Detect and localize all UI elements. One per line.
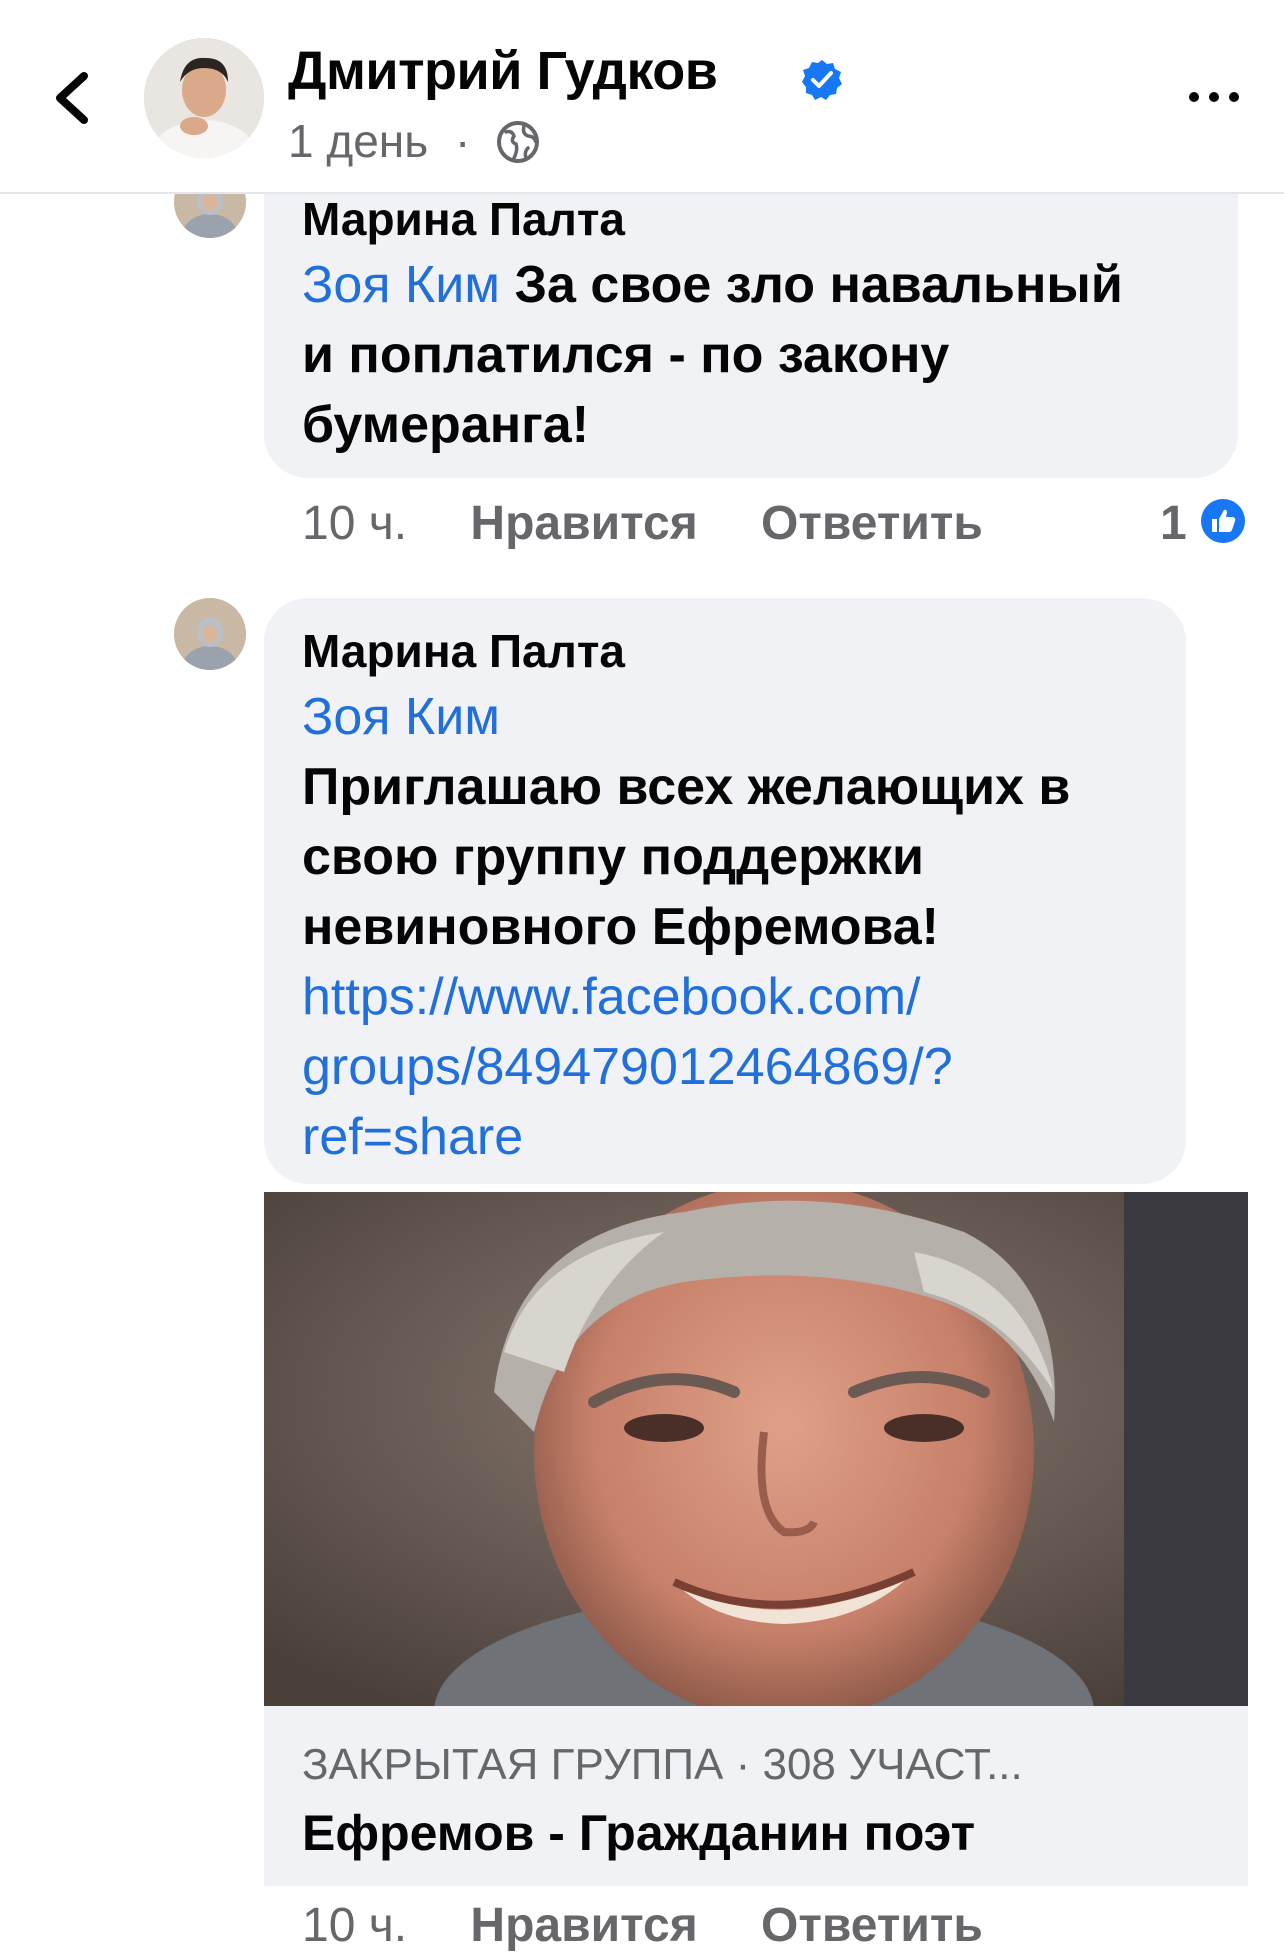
mention-link[interactable]: Зоя Ким [302, 682, 1182, 752]
meta-separator: · [454, 115, 471, 167]
like-thumb-icon [1201, 499, 1245, 543]
comment-actions: 10 ч. Нравится Ответить [302, 496, 983, 551]
link-preview-image[interactable] [264, 1192, 1248, 1706]
group-link-line[interactable]: https://www.facebook.com/ [302, 962, 1182, 1032]
comment-actions: 10 ч. Нравится Ответить [302, 1898, 983, 1953]
comment-bubble: Марина Палта Зоя Ким Приглашаю всех жела… [264, 598, 1186, 1184]
post-time[interactable]: 1 день [288, 115, 428, 167]
comment-author[interactable]: Марина Палта [302, 624, 625, 678]
globe-icon [497, 121, 539, 163]
comment-line: Приглашаю всех желающих в [302, 758, 1071, 816]
post-header: Дмитрий Гудков 1 день · [0, 0, 1284, 194]
comment-author[interactable]: Марина Палта [302, 192, 625, 246]
comment-text: Зоя Ким За свое зло навальный и поплатил… [302, 250, 1232, 460]
comment-line: свою группу поддержки [302, 828, 925, 886]
like-button[interactable]: Нравится [470, 497, 697, 550]
commenter-avatar[interactable] [174, 598, 246, 670]
page-title[interactable]: Дмитрий Гудков [288, 40, 718, 102]
reaction-count[interactable]: 1 [1160, 496, 1187, 551]
comment-text: Зоя Ким Приглашаю всех желающих в свою г… [302, 682, 1182, 1172]
commenter-avatar-photo [174, 598, 246, 670]
back-chevron-icon[interactable] [48, 70, 98, 126]
post-meta: 1 день · [288, 114, 470, 168]
more-dots-icon[interactable] [1184, 82, 1244, 112]
author-avatar-photo [144, 38, 264, 158]
comment-time[interactable]: 10 ч. [302, 1899, 407, 1952]
comment-bubble: Марина Палта Зоя Ким За свое зло навальн… [264, 150, 1238, 478]
group-link[interactable]: https://www.facebook.com/ groups/8494790… [302, 962, 1182, 1172]
reply-button[interactable]: Ответить [761, 1899, 983, 1952]
preview-meta: ЗАКРЫТАЯ ГРУППА · 308 УЧАСТ... [302, 1740, 1023, 1789]
comment-line: и поплатился - по закону [302, 326, 950, 384]
reply-button[interactable]: Ответить [761, 497, 983, 550]
like-button[interactable]: Нравится [470, 1899, 697, 1952]
author-avatar[interactable] [144, 38, 264, 158]
group-link-line[interactable]: ref=share [302, 1102, 1182, 1172]
preview-title[interactable]: Ефремов - Гражданин поэт [302, 1804, 975, 1862]
link-preview-footer[interactable]: ЗАКРЫТАЯ ГРУППА · 308 УЧАСТ... Ефремов -… [264, 1706, 1248, 1886]
comment-line: Зоя Ким За свое зло навальный [302, 256, 1123, 314]
comment-time[interactable]: 10 ч. [302, 497, 407, 550]
verified-badge-icon [802, 60, 842, 100]
comment-line: бумеранга! [302, 396, 590, 454]
preview-photo [264, 1192, 1248, 1706]
comment-line: невиновного Ефремова! [302, 898, 939, 956]
mention-link[interactable]: Зоя Ким [302, 256, 500, 314]
group-link-line[interactable]: groups/849479012464869/? [302, 1032, 1182, 1102]
